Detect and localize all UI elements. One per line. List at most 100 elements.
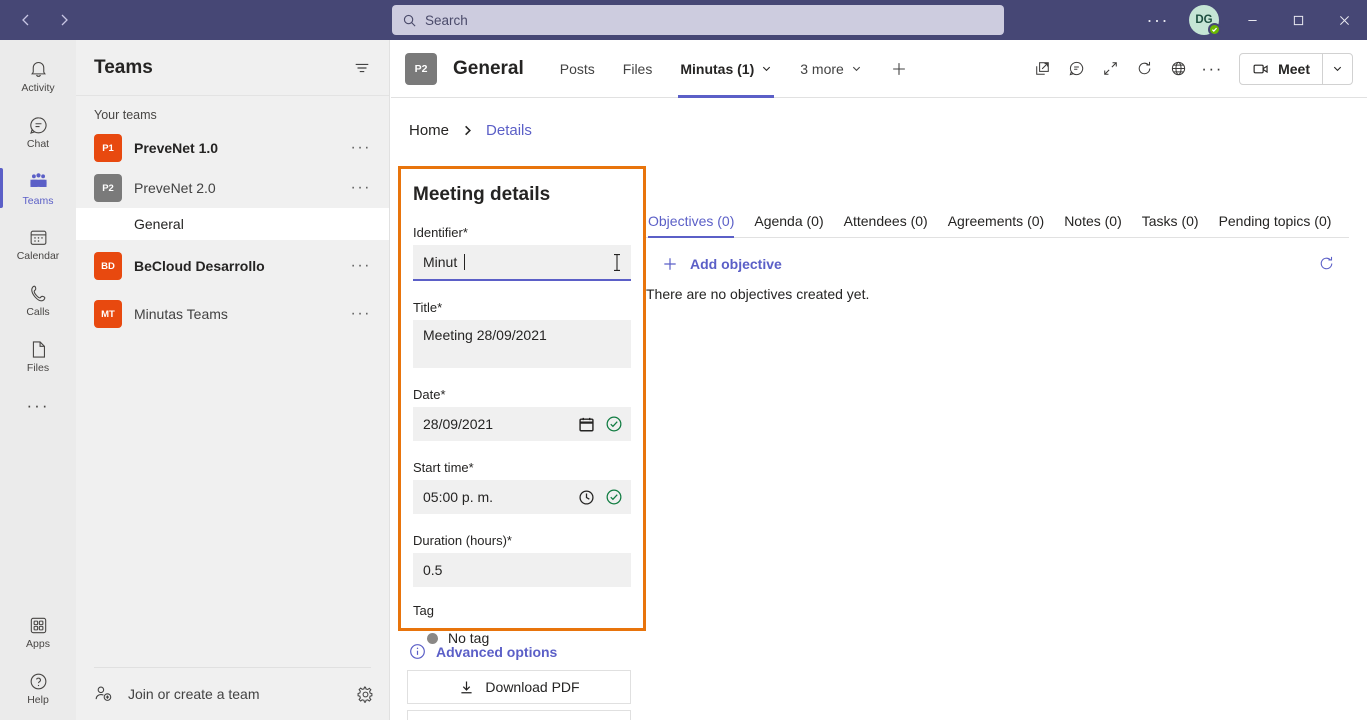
tab-3-more[interactable]: 3 more <box>786 40 876 98</box>
open-in-new-icon[interactable] <box>1025 52 1059 86</box>
teams-pane-footer: Join or create a team <box>76 667 389 720</box>
settings-more-button[interactable]: ··· <box>1137 11 1179 29</box>
rail-more-apps-button[interactable]: ··· <box>0 384 76 428</box>
tab-label: Files <box>622 60 653 77</box>
tab-label: Tasks (0) <box>1141 213 1199 229</box>
your-teams-label: Your teams <box>94 108 157 122</box>
start-time-input[interactable]: 05:00 p. m. <box>413 480 631 514</box>
identifier-input[interactable]: Minut <box>413 245 631 281</box>
tab-minutas[interactable]: Minutas (1) <box>666 40 786 98</box>
title-textarea[interactable]: Meeting 28/09/2021 <box>413 320 631 368</box>
team-avatar: MT <box>94 300 122 328</box>
rail-bottom-group: Apps Help <box>0 604 76 720</box>
minimize-button[interactable] <box>1229 0 1275 40</box>
tab-posts[interactable]: Posts <box>546 40 609 98</box>
identifier-label: Identifier* <box>413 225 468 240</box>
duration-input[interactable]: 0.5 <box>413 553 631 587</box>
rail-item-calls[interactable]: Calls <box>0 272 76 328</box>
back-button[interactable] <box>10 4 42 36</box>
tab-label: Attendees (0) <box>843 213 928 229</box>
tag-color-dot-icon <box>427 632 438 644</box>
tab-label: Posts <box>559 60 595 77</box>
start-time-value: 05:00 p. m. <box>423 489 494 505</box>
share-by-email-button[interactable]: Share minute by email <box>407 710 631 720</box>
channel-header: P2 General Posts Files Minutas (1) 3 mor… <box>391 40 1367 98</box>
tab-label: Agenda (0) <box>754 213 824 229</box>
teams-icon <box>27 170 50 193</box>
chevron-down-icon[interactable] <box>761 63 772 74</box>
tab-pending-topics[interactable]: Pending topics (0) <box>1209 213 1342 237</box>
team-more-options[interactable]: ··· <box>351 180 377 196</box>
join-or-create-team-button[interactable]: Join or create a team <box>76 668 389 720</box>
gear-icon[interactable] <box>356 685 375 704</box>
phone-icon <box>28 283 49 304</box>
title-label: Title* <box>413 300 443 315</box>
download-pdf-button[interactable]: Download PDF <box>407 670 631 704</box>
calendar-icon[interactable] <box>578 416 595 433</box>
add-tab-button[interactable] <box>876 60 922 78</box>
rail-label: Help <box>27 693 49 706</box>
chevron-down-icon[interactable] <box>851 63 862 74</box>
globe-icon[interactable] <box>1161 52 1195 86</box>
more-icon[interactable]: ··· <box>1195 52 1229 86</box>
clock-icon[interactable] <box>578 489 595 506</box>
rail-item-help[interactable]: Help <box>0 660 76 716</box>
breadcrumb-home[interactable]: Home <box>409 122 449 139</box>
date-input[interactable]: 28/09/2021 <box>413 407 631 441</box>
tab-tasks[interactable]: Tasks (0) <box>1132 213 1209 237</box>
meet-options-caret[interactable] <box>1322 53 1352 84</box>
conversation-icon[interactable] <box>1059 52 1093 86</box>
team-row[interactable]: P2 PreveNet 2.0 ··· <box>76 168 389 208</box>
team-name: Minutas Teams <box>134 306 228 322</box>
tab-agreements[interactable]: Agreements (0) <box>938 213 1054 237</box>
meeting-details-heading: Meeting details <box>413 184 551 205</box>
check-circle-icon <box>605 488 623 506</box>
team-name: PreveNet 2.0 <box>134 180 216 196</box>
add-objective-button[interactable]: Add objective <box>646 256 782 272</box>
rail-item-calendar[interactable]: Calendar <box>0 216 76 272</box>
refresh-icon[interactable] <box>1127 52 1161 86</box>
meet-button[interactable]: Meet <box>1240 54 1322 84</box>
expand-icon[interactable] <box>1093 52 1127 86</box>
tab-label: Agreements (0) <box>947 213 1045 229</box>
rail-item-teams[interactable]: Teams <box>0 160 76 216</box>
tab-objectives[interactable]: Objectives (0) <box>646 213 744 238</box>
rail-item-apps[interactable]: Apps <box>0 604 76 660</box>
advanced-options-link[interactable]: Advanced options <box>409 643 557 660</box>
tab-attendees[interactable]: Attendees (0) <box>834 213 938 237</box>
tab-notes[interactable]: Notes (0) <box>1054 213 1132 237</box>
filter-icon[interactable] <box>353 59 371 77</box>
teams-pane-header: Teams <box>76 40 389 96</box>
bell-icon <box>28 59 49 80</box>
breadcrumb-details[interactable]: Details <box>486 122 532 139</box>
rail-label: Teams <box>22 194 54 207</box>
tab-label: Minutas (1) <box>680 60 755 77</box>
navigation-arrows <box>10 4 80 36</box>
channel-title: General <box>453 57 524 79</box>
add-objective-label: Add objective <box>690 255 782 272</box>
close-button[interactable] <box>1321 0 1367 40</box>
tab-label: Objectives (0) <box>648 213 735 229</box>
rail-label: Apps <box>26 637 50 650</box>
chevron-right-icon <box>461 124 474 137</box>
tab-files[interactable]: Files <box>609 40 667 98</box>
team-more-options[interactable]: ··· <box>351 306 377 322</box>
team-row[interactable]: P1 PreveNet 1.0 ··· <box>76 128 389 168</box>
refresh-icon[interactable] <box>1318 255 1349 272</box>
tab-label: Notes (0) <box>1064 213 1122 229</box>
rail-item-files[interactable]: Files <box>0 328 76 384</box>
search-box[interactable]: Search <box>392 5 1004 35</box>
maximize-button[interactable] <box>1275 0 1321 40</box>
forward-button[interactable] <box>48 4 80 36</box>
team-row[interactable]: MT Minutas Teams ··· <box>76 294 389 334</box>
avatar[interactable]: DG <box>1189 5 1221 36</box>
rail-item-activity[interactable]: Activity <box>0 48 76 104</box>
team-more-options[interactable]: ··· <box>351 140 377 156</box>
tab-agenda[interactable]: Agenda (0) <box>744 213 833 237</box>
mouse-ibeam-cursor <box>611 253 623 272</box>
rail-item-chat[interactable]: Chat <box>0 104 76 160</box>
team-row[interactable]: BD BeCloud Desarrollo ··· <box>76 246 389 286</box>
team-more-options[interactable]: ··· <box>351 258 377 274</box>
search-icon <box>402 13 417 28</box>
channel-item-general[interactable]: General <box>76 208 389 240</box>
